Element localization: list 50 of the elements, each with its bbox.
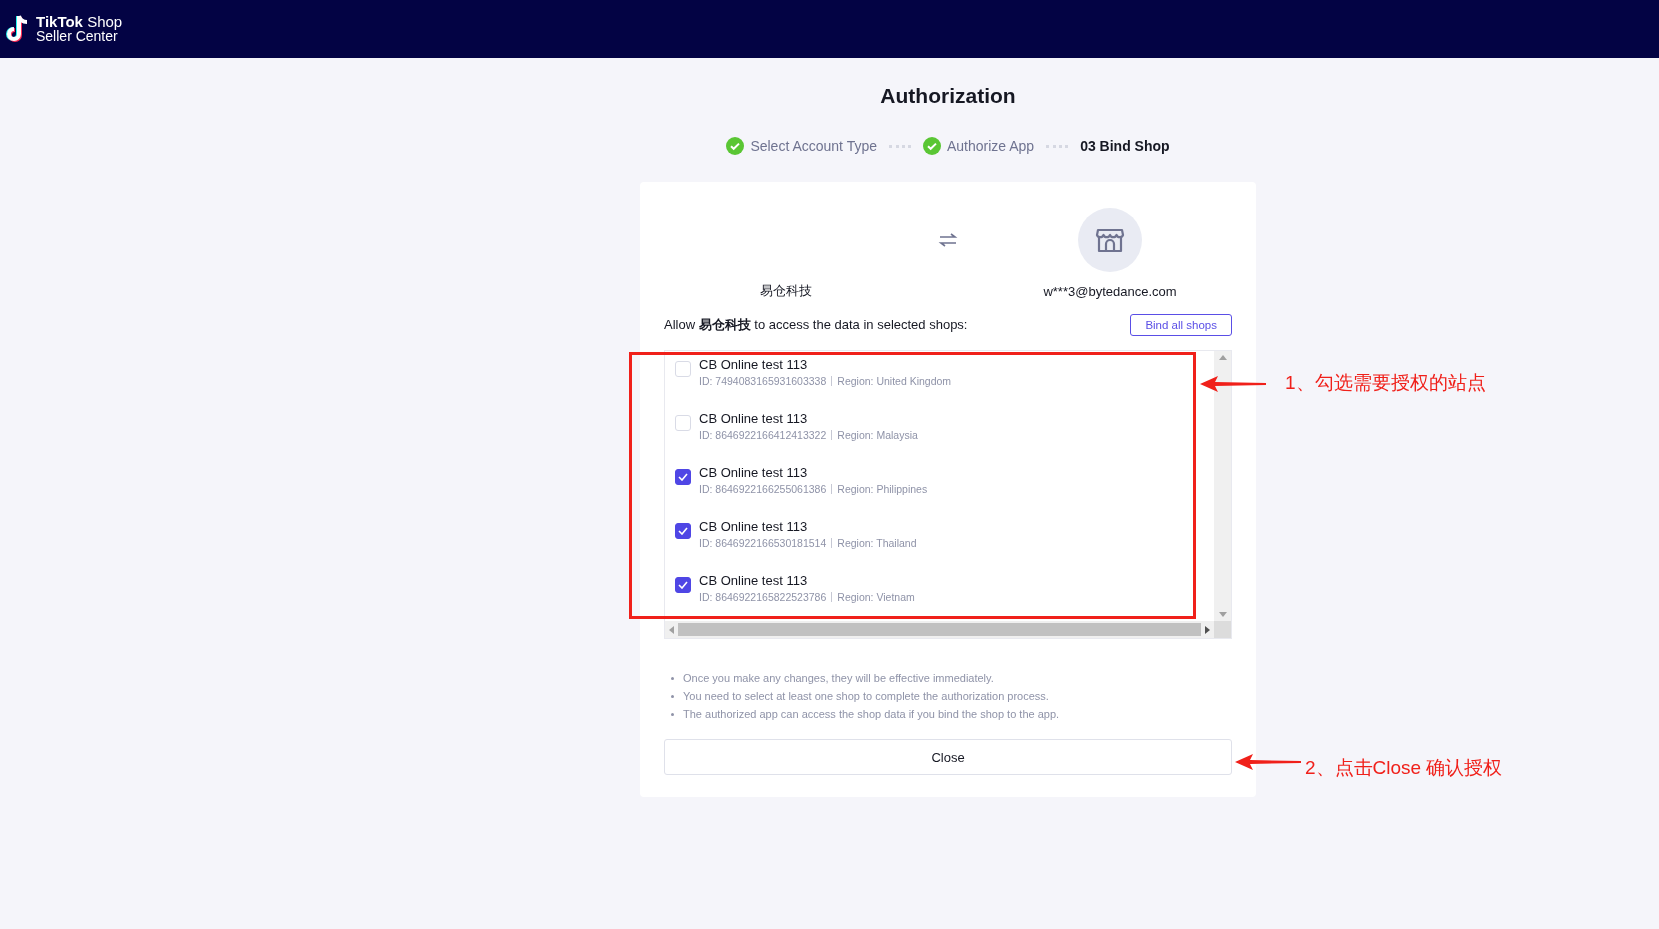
step-label: Authorize App: [947, 138, 1035, 154]
scrollbar-corner: [1214, 621, 1231, 638]
step-label: 03 Bind Shop: [1080, 138, 1170, 154]
note-text: The authorized app can access the shop data if you bind the shop to the app.: [683, 707, 1060, 721]
scroll-down-icon[interactable]: [1218, 612, 1227, 617]
shop-region: Region: Thailand: [837, 537, 917, 549]
step-label: Select Account Type: [750, 138, 877, 154]
checkbox[interactable]: [675, 577, 691, 593]
shop-name: CB Online test 113: [699, 411, 809, 426]
shop-name: CB Online test 113: [699, 519, 809, 534]
checkbox[interactable]: [675, 469, 691, 485]
shop-region: Region: Vietnam: [837, 591, 915, 603]
check-icon: [678, 527, 688, 535]
close-button[interactable]: Close: [664, 739, 1232, 775]
page-title: Authorization: [880, 84, 1016, 108]
app-name: 易仓科技: [760, 282, 812, 300]
shop-region: Region: Philippines: [837, 483, 928, 495]
shop-name: CB Online test 113: [699, 357, 809, 372]
shop-id: ID: 8646922166255061386: [699, 483, 827, 495]
shop-name: CB Online test 113: [699, 573, 809, 588]
check-icon: [678, 581, 688, 589]
shop-region: Region: United Kingdom: [837, 375, 952, 387]
bullet-icon: [671, 676, 674, 680]
check-icon: [678, 473, 688, 481]
shop-id: ID: 7494083165931603338: [699, 375, 827, 387]
swap-icon: [938, 232, 958, 248]
note-text: Once you make any changes, they will be effective immediately.: [683, 671, 994, 685]
shop-id: ID: 8646922165822523786: [699, 591, 827, 603]
annotation-arrow: [1200, 376, 1266, 392]
bullet-icon: [671, 712, 674, 716]
note-text: You need to select at least one shop to complete the authorization process.: [683, 689, 1049, 703]
checkbox[interactable]: [675, 523, 691, 539]
scroll-right-icon[interactable]: [1205, 625, 1210, 634]
scroll-up-icon[interactable]: [1218, 355, 1227, 360]
shop-region: Region: Malaysia: [837, 429, 918, 441]
allow-text: Allow 易仓科技 to access the data in selected shops:: [664, 316, 968, 334]
annotation-arrow: [1235, 754, 1301, 770]
scrollbar-thumb[interactable]: [678, 623, 1201, 636]
shop-id: ID: 8646922166530181514: [699, 537, 827, 549]
shop-name: CB Online test 113: [699, 465, 809, 480]
horizontal-scrollbar[interactable]: [665, 621, 1214, 638]
brand-subtitle: Seller Center: [36, 29, 118, 44]
account-email: w***3@bytedance.com: [1043, 283, 1177, 299]
bullet-icon: [671, 694, 674, 698]
annotation-text: 1、勾选需要授权的站点: [1285, 371, 1486, 395]
bind-all-button[interactable]: Bind all shops: [1130, 314, 1232, 336]
vertical-scrollbar[interactable]: [1214, 351, 1231, 621]
shop-id: ID: 8646922166412413322: [699, 429, 827, 441]
annotation-text: 2、点击Close 确认授权: [1305, 756, 1503, 780]
scroll-left-icon[interactable]: [669, 625, 674, 634]
